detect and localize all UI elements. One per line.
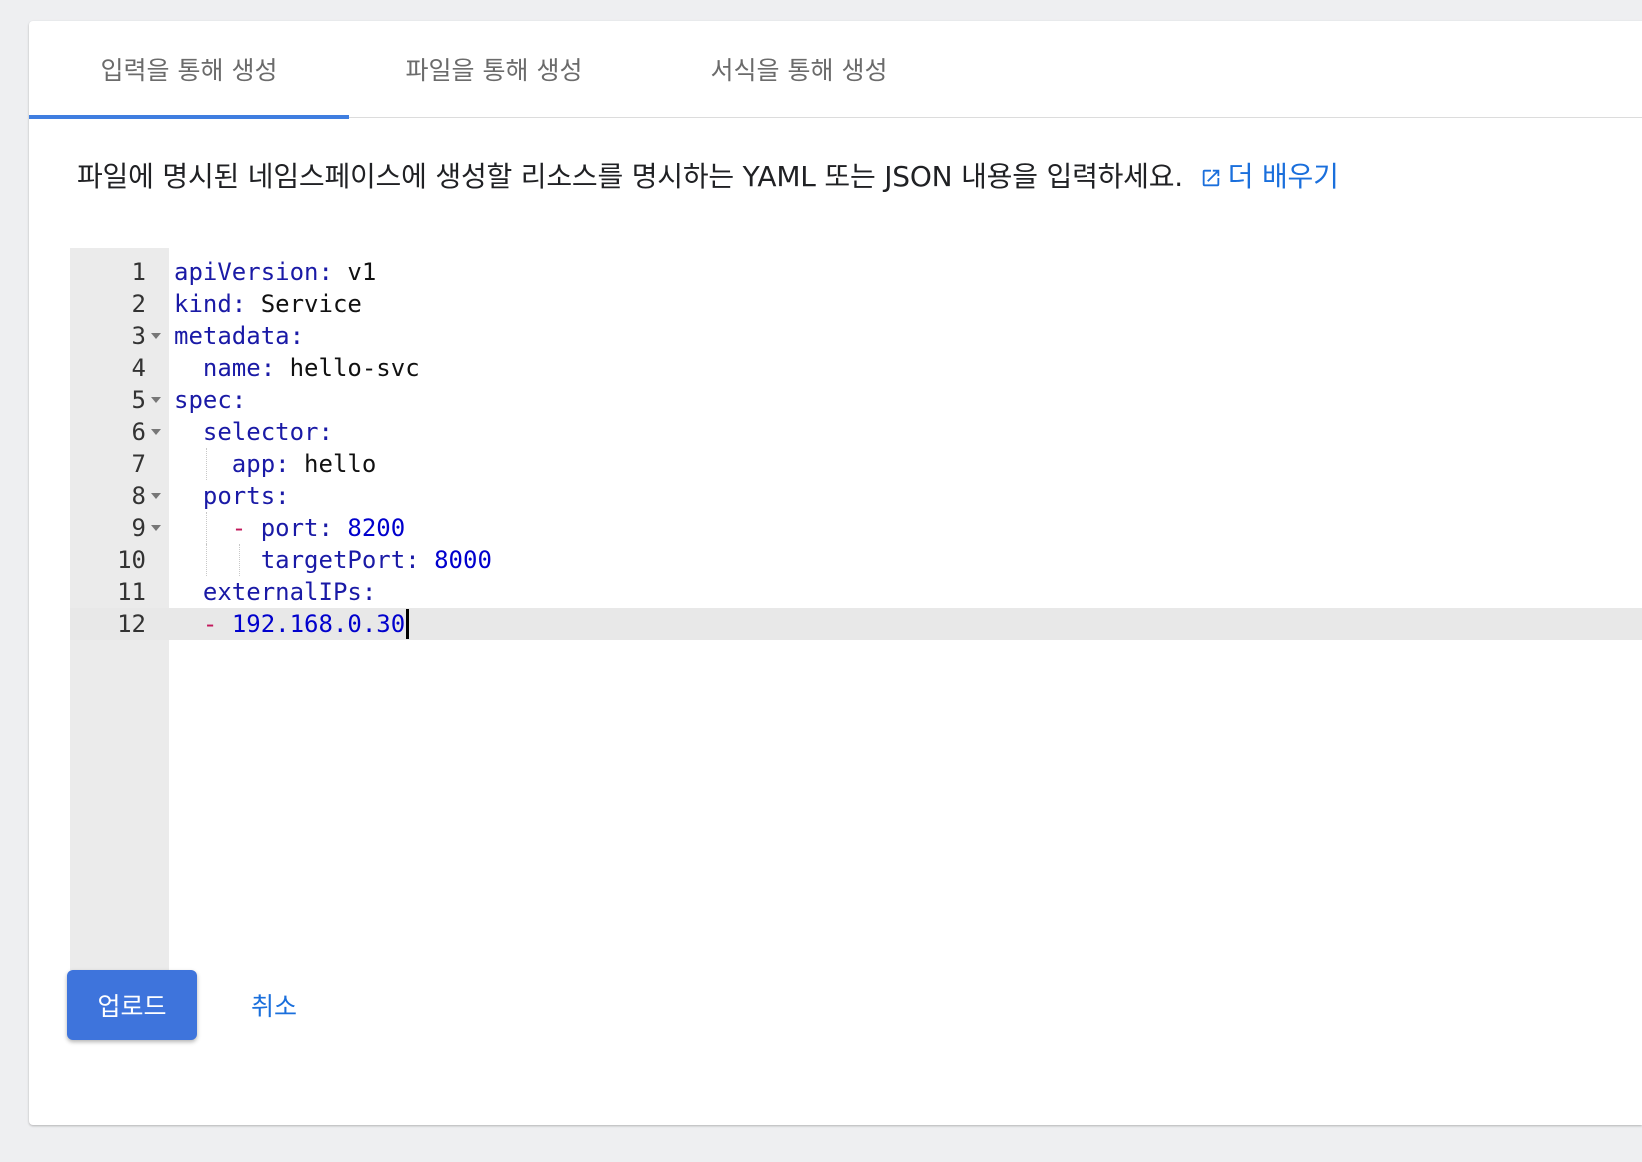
code-text: app: hello	[174, 448, 377, 480]
code-line[interactable]: 11 externalIPs:	[70, 576, 1642, 608]
code-text: - 192.168.0.30	[174, 608, 410, 640]
line-number: 5	[131, 386, 146, 414]
code-text: externalIPs:	[174, 576, 376, 608]
editor-lines: 1 apiVersion: v1 2 kind: Service 3 metadata: 4…	[70, 256, 1642, 640]
text-cursor	[406, 609, 410, 639]
tab-create-from-input[interactable]: 입력을 통해 생성	[29, 21, 349, 119]
code-text: apiVersion: v1	[174, 256, 376, 288]
fold-toggle-icon[interactable]	[151, 333, 161, 339]
yaml-value: Service	[260, 290, 362, 318]
list-dash: -	[231, 514, 261, 542]
cancel-button[interactable]: 취소	[229, 970, 319, 1040]
line-number: 12	[117, 610, 146, 638]
learn-more-link[interactable]: 더 배우기	[1200, 160, 1339, 193]
yaml-key: apiVersion:	[174, 258, 333, 286]
yaml-key: spec:	[174, 386, 247, 414]
line-number: 2	[131, 290, 146, 318]
line-number: 7	[131, 450, 146, 478]
fold-toggle-icon[interactable]	[151, 525, 161, 531]
yaml-value: 8000	[434, 546, 492, 574]
code-line[interactable]: 5 spec:	[70, 384, 1642, 416]
tab-create-from-file[interactable]: 파일을 통해 생성	[334, 21, 654, 117]
code-text: targetPort: 8000	[174, 544, 492, 576]
external-link-icon	[1202, 169, 1219, 187]
fold-toggle-icon[interactable]	[151, 493, 161, 499]
code-line[interactable]: 9 - port: 8200	[70, 512, 1642, 544]
line-number: 6	[131, 418, 146, 446]
upload-button[interactable]: 업로드	[67, 970, 197, 1040]
yaml-value: 8200	[347, 514, 406, 542]
code-text: kind: Service	[174, 288, 362, 320]
code-line[interactable]: 7 app: hello	[70, 448, 1642, 480]
line-number: 8	[131, 482, 146, 510]
code-line[interactable]: 2 kind: Service	[70, 288, 1642, 320]
yaml-key: metadata:	[174, 322, 305, 350]
code-text: - port: 8200	[174, 512, 405, 544]
line-number: 11	[117, 578, 146, 606]
yaml-key: port:	[260, 514, 333, 542]
line-number: 10	[117, 546, 146, 574]
yaml-value: hello-svc	[289, 354, 420, 382]
code-text: spec:	[174, 384, 246, 416]
yaml-value: v1	[347, 258, 377, 286]
code-line[interactable]: 8 ports:	[70, 480, 1642, 512]
line-number: 1	[131, 258, 146, 286]
code-line[interactable]: 12 - 192.168.0.30	[70, 608, 1642, 640]
instructions-text: 파일에 명시된 네임스페이스에 생성할 리소스를 명시하는 YAML 또는 JS…	[77, 160, 1184, 193]
yaml-value: hello	[304, 450, 377, 478]
yaml-value: 192.168.0.30	[231, 610, 406, 638]
code-text: metadata:	[174, 320, 304, 352]
tab-bar: 입력을 통해 생성 파일을 통해 생성 서식을 통해 생성	[29, 21, 1642, 119]
line-number: 3	[131, 322, 146, 350]
tab-create-from-template[interactable]: 서식을 통해 생성	[639, 21, 959, 117]
code-line[interactable]: 6 selector:	[70, 416, 1642, 448]
learn-more-label: 더 배우기	[1227, 160, 1339, 193]
code-line[interactable]: 10 targetPort: 8000	[70, 544, 1642, 576]
yaml-key: name:	[202, 354, 276, 382]
yaml-code-editor[interactable]: 1 apiVersion: v1 2 kind: Service 3 metadata: 4…	[70, 248, 1642, 970]
code-text: ports:	[174, 480, 290, 512]
line-number: 4	[131, 354, 146, 382]
code-line[interactable]: 3 metadata:	[70, 320, 1642, 352]
fold-toggle-icon[interactable]	[151, 429, 161, 435]
instructions: 파일에 명시된 네임스페이스에 생성할 리소스를 명시하는 YAML 또는 JS…	[77, 155, 1577, 195]
list-dash: -	[202, 610, 232, 638]
create-resource-card: 입력을 통해 생성 파일을 통해 생성 서식을 통해 생성 파일에 명시된 네임…	[29, 21, 1642, 1125]
code-line[interactable]: 1 apiVersion: v1	[70, 256, 1642, 288]
yaml-key: kind:	[174, 290, 247, 318]
yaml-key: selector:	[202, 418, 333, 446]
line-number: 9	[131, 514, 146, 542]
yaml-key: ports:	[202, 482, 290, 510]
code-text: selector:	[174, 416, 333, 448]
fold-toggle-icon[interactable]	[151, 397, 161, 403]
yaml-key: targetPort:	[260, 546, 420, 574]
yaml-key: externalIPs:	[202, 578, 377, 606]
code-line[interactable]: 4 name: hello-svc	[70, 352, 1642, 384]
code-text: name: hello-svc	[174, 352, 420, 384]
yaml-key: app:	[231, 450, 290, 478]
